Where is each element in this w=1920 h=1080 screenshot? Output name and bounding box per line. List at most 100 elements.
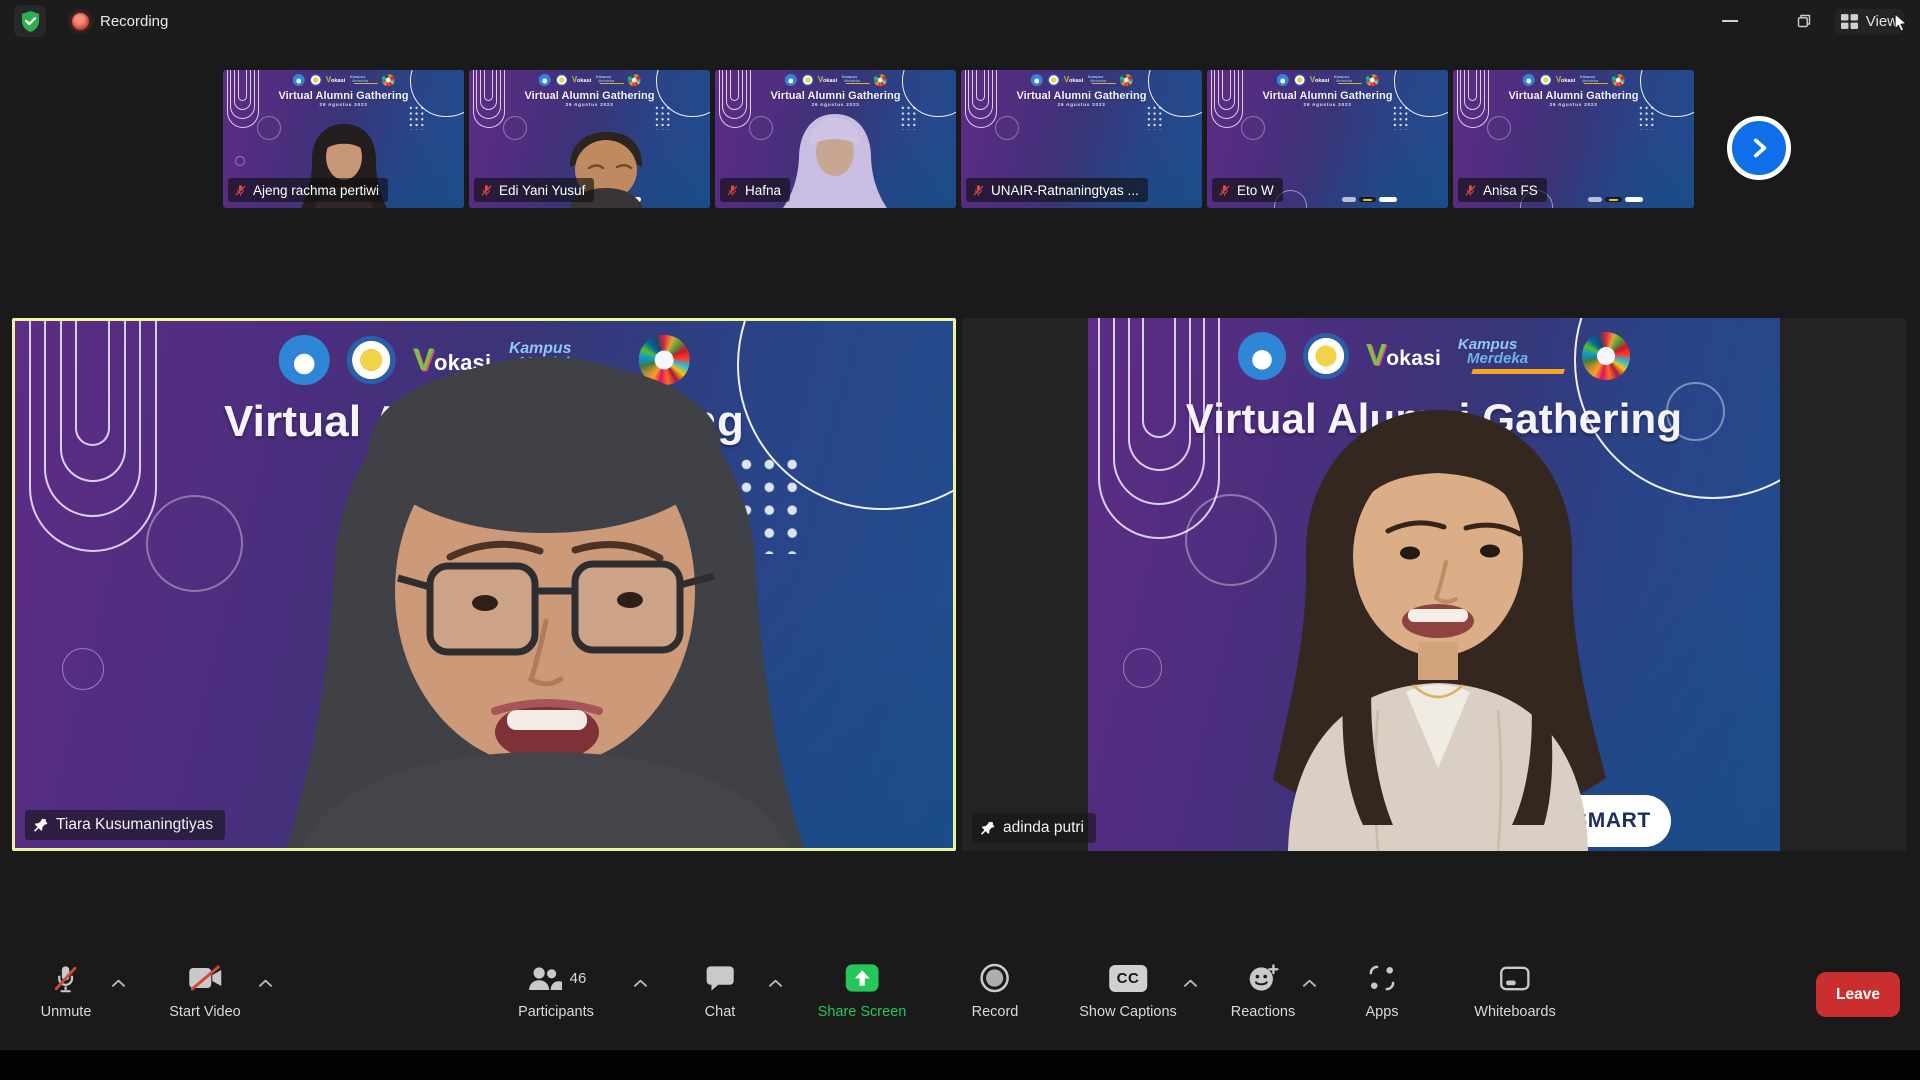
circle-decoration bbox=[503, 116, 527, 140]
reactions-button[interactable]: Reactions bbox=[1231, 962, 1295, 1020]
event-logos: Vokasi KampusMerdeka bbox=[1238, 329, 1630, 384]
show-captions-button[interactable]: CC Show Captions bbox=[1079, 962, 1177, 1020]
circle-decoration bbox=[995, 116, 1019, 140]
event-title: Virtual Alumni Gathering bbox=[1207, 90, 1448, 102]
bottom-black-strip bbox=[0, 1050, 1920, 1080]
participant-name: adinda putri bbox=[1003, 819, 1084, 837]
record-button[interactable]: Record bbox=[972, 962, 1019, 1020]
event-date: 26 Agustus 2023 bbox=[961, 103, 1202, 108]
university-logo bbox=[1047, 74, 1059, 86]
university-logo bbox=[347, 336, 395, 384]
vokasi-logo: Vokasi bbox=[1556, 76, 1576, 84]
chat-button[interactable]: Chat bbox=[705, 962, 736, 1020]
event-logos: Vokasi KampusMerdeka bbox=[1522, 73, 1625, 87]
video-feed: Vokasi KampusMerdeka Virtual Alumni Gath… bbox=[1088, 318, 1780, 851]
participants-options-caret[interactable] bbox=[634, 974, 647, 992]
circle-decoration bbox=[146, 495, 243, 592]
muted-mic-icon bbox=[51, 963, 81, 994]
video-options-caret[interactable] bbox=[259, 974, 272, 992]
event-title: Virtual Alumni Gathering bbox=[715, 90, 956, 102]
participant-thumbnail[interactable]: Vokasi KampusMerdeka Virtual Alumni Gath… bbox=[1453, 70, 1694, 208]
dots-decoration bbox=[408, 105, 425, 130]
pin-icon bbox=[33, 818, 48, 833]
minimize-button[interactable] bbox=[1713, 6, 1747, 36]
vokasi-logo: Vokasi bbox=[413, 344, 491, 376]
restore-window-button[interactable] bbox=[1787, 6, 1821, 36]
circle-decoration bbox=[749, 116, 773, 140]
participant-thumbnail[interactable]: Vokasi KampusMerdeka Virtual Alumni Gath… bbox=[223, 70, 464, 208]
university-logo bbox=[1539, 74, 1551, 86]
vokasi-logo: Vokasi bbox=[1366, 341, 1441, 371]
start-video-button[interactable]: Start Video bbox=[169, 962, 240, 1020]
participant-name: Hafna bbox=[745, 183, 781, 198]
captions-options-caret[interactable] bbox=[1184, 974, 1197, 992]
participant-name-tag: Hafna bbox=[720, 178, 790, 202]
muted-mic-icon bbox=[726, 184, 739, 197]
security-shield-icon[interactable] bbox=[14, 5, 46, 37]
kampus-merdeka-logo: KampusMerdeka bbox=[596, 75, 624, 85]
circle-decoration bbox=[62, 648, 104, 690]
circle-decoration bbox=[1185, 494, 1277, 586]
video-tile-active-speaker[interactable]: Vokasi KampusMerdeka Virtual Alumni Gath… bbox=[12, 318, 956, 851]
whiteboard-icon bbox=[1500, 965, 1531, 992]
event-logos: Vokasi KampusMerdeka bbox=[538, 73, 641, 87]
participant-name-tag: Eto W bbox=[1212, 178, 1283, 202]
sdg-logo bbox=[1366, 74, 1379, 87]
recording-label: Recording bbox=[100, 13, 168, 30]
circle-decoration bbox=[1123, 648, 1163, 688]
leave-button[interactable]: Leave bbox=[1816, 972, 1900, 1017]
participant-thumbnail[interactable]: Vokasi KampusMerdeka Virtual Alumni Gath… bbox=[961, 70, 1202, 208]
participant-thumbnail[interactable]: Vokasi KampusMerdeka Virtual Alumni Gath… bbox=[1207, 70, 1448, 208]
vokasi-logo: Vokasi bbox=[326, 76, 346, 84]
event-date: 26 Agustus 2023 bbox=[1088, 446, 1780, 468]
apps-button[interactable]: Apps bbox=[1365, 962, 1398, 1020]
vokasi-logo: Vokasi bbox=[1310, 76, 1330, 84]
muted-mic-icon bbox=[480, 184, 493, 197]
muted-mic-icon bbox=[972, 184, 985, 197]
kemdikbud-logo bbox=[1238, 332, 1286, 380]
participant-thumbnail[interactable]: Vokasi KampusMerdeka Virtual Alumni Gath… bbox=[715, 70, 956, 208]
vokasi-logo: Vokasi bbox=[818, 76, 838, 84]
university-logo bbox=[1293, 74, 1305, 86]
participants-button[interactable]: 46 Participants bbox=[518, 962, 594, 1020]
virtual-background: Vokasi KampusMerdeka Virtual Alumni Gath… bbox=[15, 321, 953, 848]
muted-mic-icon bbox=[234, 184, 247, 197]
kampus-merdeka-logo: KampusMerdeka bbox=[1334, 75, 1362, 85]
share-screen-button[interactable]: Share Screen bbox=[818, 962, 907, 1020]
participant-name: UNAIR-Ratnaningtyas ... bbox=[991, 183, 1139, 198]
event-logos: Vokasi KampusMerdeka bbox=[784, 73, 887, 87]
meeting-topbar: Recording View bbox=[0, 0, 1920, 42]
muted-mic-icon bbox=[1464, 184, 1477, 197]
view-button[interactable]: View bbox=[1835, 9, 1904, 34]
video-tile[interactable]: Vokasi KampusMerdeka Virtual Alumni Gath… bbox=[962, 318, 1906, 851]
reactions-options-caret[interactable] bbox=[1303, 974, 1316, 992]
kemdikbud-logo bbox=[292, 74, 305, 87]
kampus-merdeka-logo: KampusMerdeka bbox=[509, 341, 621, 379]
video-off-icon bbox=[187, 964, 223, 992]
university-logo bbox=[555, 74, 567, 86]
mic-options-caret[interactable] bbox=[112, 974, 125, 992]
dots-decoration bbox=[1392, 105, 1409, 130]
kemdikbud-logo bbox=[538, 74, 551, 87]
whiteboards-button[interactable]: Whiteboards bbox=[1474, 962, 1555, 1020]
circle-decoration bbox=[1241, 116, 1265, 140]
circle-decoration bbox=[1487, 116, 1511, 140]
chat-options-caret[interactable] bbox=[769, 974, 782, 992]
sdg-logo bbox=[1612, 74, 1625, 87]
event-title: Virtual Alumni Gathering bbox=[1453, 90, 1694, 102]
kampus-merdeka-logo: KampusMerdeka bbox=[350, 75, 378, 85]
event-date: 26 Agustus 2023 bbox=[715, 103, 956, 108]
kemdikbud-logo bbox=[1030, 74, 1043, 87]
unmute-button[interactable]: Unmute bbox=[41, 962, 92, 1020]
sdg-logo bbox=[639, 335, 690, 386]
participant-name-tag: Ajeng rachma pertiwi bbox=[228, 178, 388, 202]
next-page-button[interactable] bbox=[1727, 116, 1791, 180]
recording-dot-icon bbox=[72, 13, 89, 30]
partner-badges bbox=[1342, 197, 1397, 202]
kemdikbud-logo bbox=[784, 74, 797, 87]
dots-decoration bbox=[1146, 105, 1163, 130]
event-logos: Vokasi KampusMerdeka bbox=[1276, 73, 1379, 87]
participant-name-tag: Anisa FS bbox=[1458, 178, 1547, 202]
participant-thumbnail[interactable]: Vokasi KampusMerdeka Virtual Alumni Gath… bbox=[469, 70, 710, 208]
partner-badges bbox=[604, 197, 641, 202]
